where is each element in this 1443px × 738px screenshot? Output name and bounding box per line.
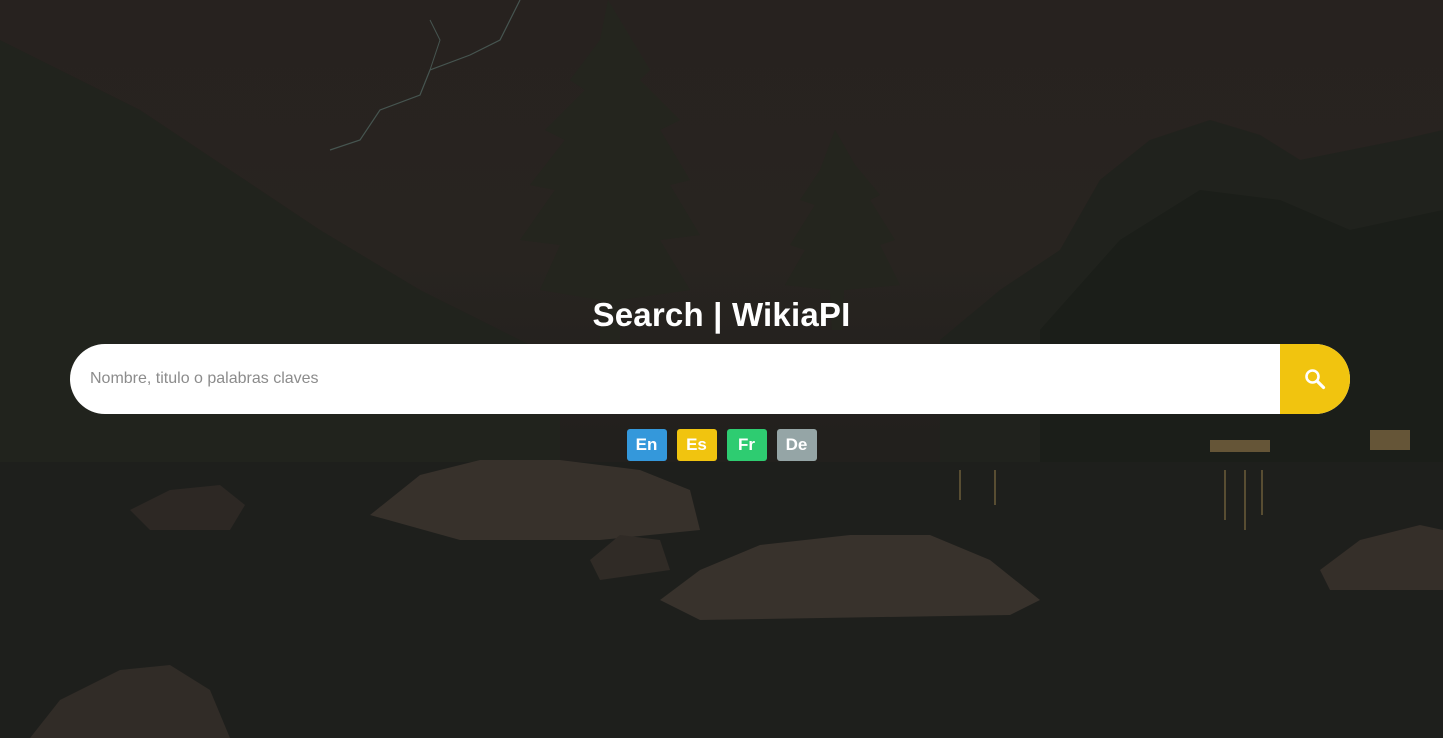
- search-icon: [1305, 369, 1326, 390]
- search-button[interactable]: [1280, 344, 1350, 414]
- language-selector: En Es Fr De: [0, 429, 1443, 461]
- lang-button-de[interactable]: De: [776, 429, 817, 461]
- search-input[interactable]: [70, 344, 1280, 414]
- lang-button-en[interactable]: En: [626, 429, 667, 461]
- search-bar: [70, 344, 1350, 414]
- lang-button-fr[interactable]: Fr: [726, 429, 767, 461]
- lang-button-es[interactable]: Es: [676, 429, 717, 461]
- page-title: Search | WikiaPI: [592, 296, 851, 333]
